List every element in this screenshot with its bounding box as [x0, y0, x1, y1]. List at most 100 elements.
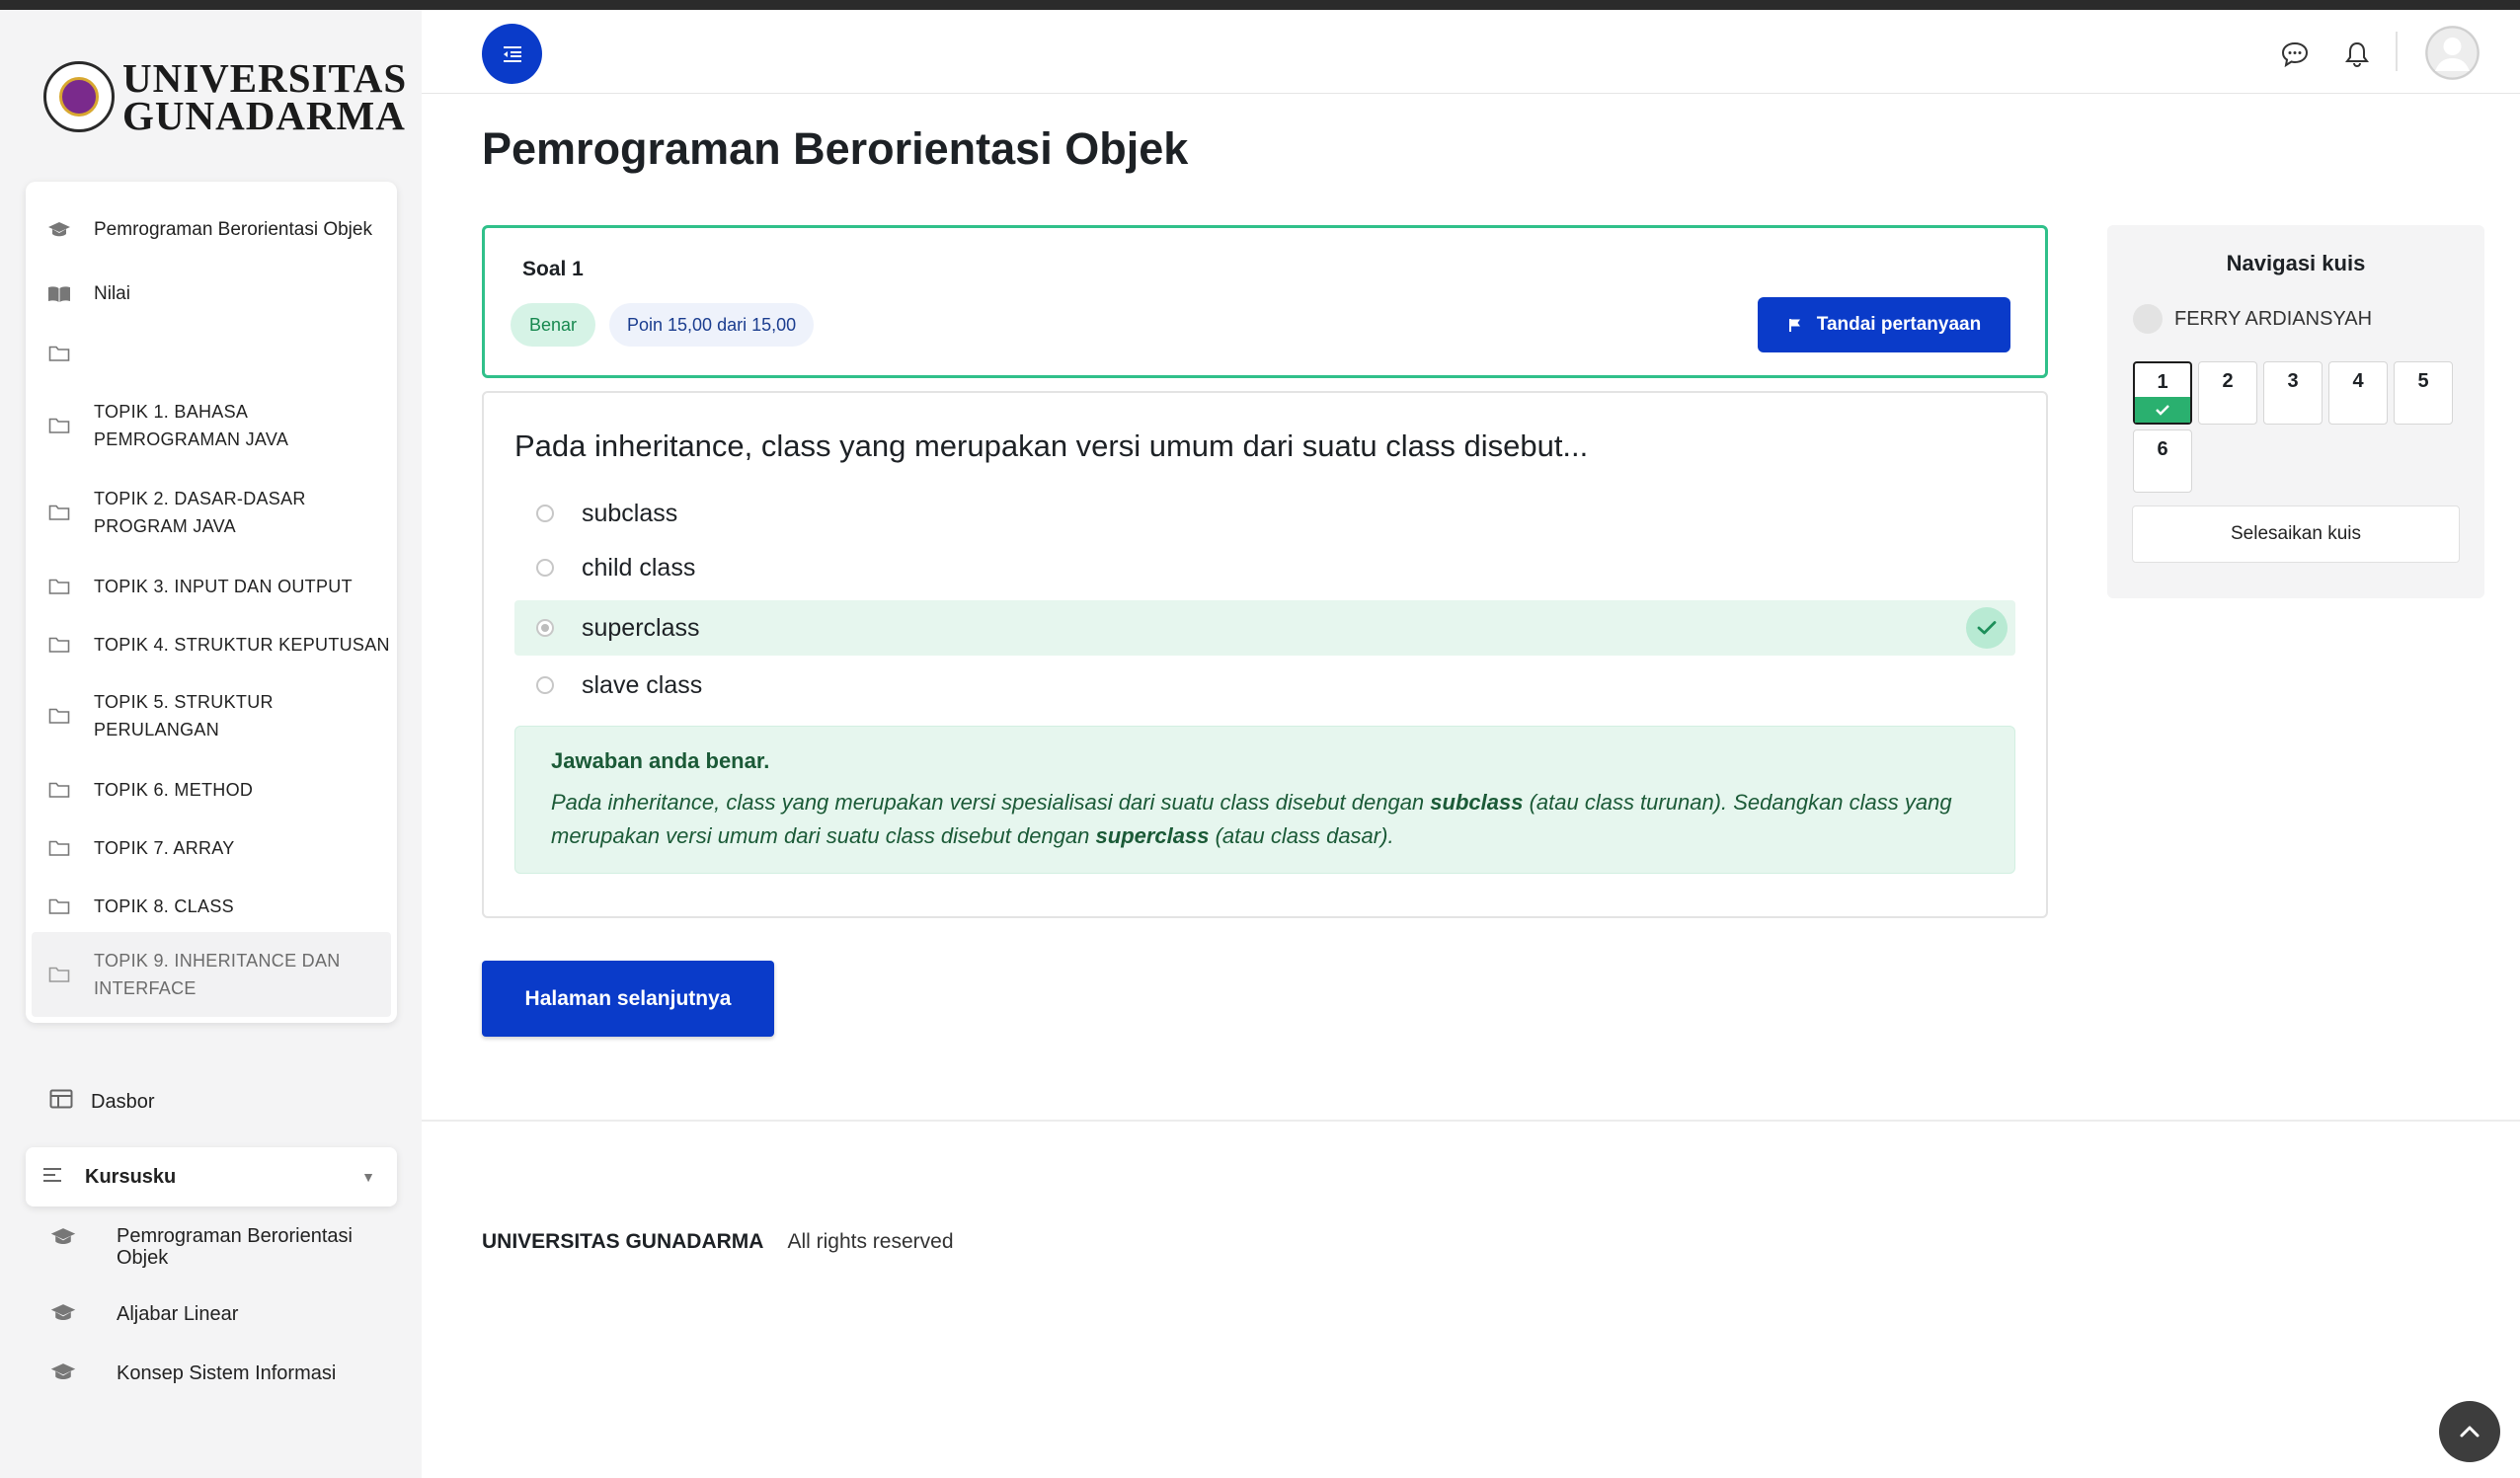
- folder-icon: [47, 965, 71, 984]
- quiz-question-button-6[interactable]: 6: [2133, 429, 2192, 493]
- nav-item-topic-6[interactable]: TOPIK 6. METHOD: [32, 770, 391, 810]
- nav-item-label: TOPIK 6. METHOD: [94, 780, 254, 800]
- footer-divider: [422, 1120, 2520, 1122]
- feedback-text-part: (atau class dasar).: [1209, 823, 1394, 848]
- question-number-label: 6: [2157, 438, 2168, 460]
- default-user-icon: [2425, 26, 2480, 80]
- nav-item-topic-3[interactable]: TOPIK 3. INPUT DAN OUTPUT: [32, 567, 391, 606]
- nav-item-topic-2[interactable]: TOPIK 2. DASAR-DASAR PROGRAM JAVA: [32, 480, 391, 545]
- dashboard-icon: [49, 1089, 73, 1115]
- quiz-navigation: Navigasi kuis FERRY ARDIANSYAH 1 2 3 4 5…: [2107, 225, 2484, 598]
- question-number-label: 5: [2417, 370, 2429, 392]
- feedback-keyword: subclass: [1430, 790, 1524, 815]
- nav-item-nilai[interactable]: Nilai: [32, 274, 391, 314]
- footer: UNIVERSITAS GUNADARMA All rights reserve…: [482, 1230, 954, 1254]
- toggle-sidebar-button[interactable]: [482, 24, 542, 84]
- header-divider: [2396, 32, 2398, 71]
- radio-button[interactable]: [536, 676, 554, 694]
- kursusku-dropdown[interactable]: Kursusku ▼: [26, 1147, 397, 1206]
- back-to-top-button[interactable]: [2439, 1401, 2500, 1462]
- question-content-card: Pada inheritance, class yang merupakan v…: [482, 391, 2048, 918]
- nav-item-label: TOPIK 8. CLASS: [94, 896, 234, 916]
- question-text: Pada inheritance, class yang merupakan v…: [514, 428, 1589, 463]
- radio-button-selected[interactable]: [536, 619, 554, 637]
- course-navigation: Pemrograman Berorientasi Objek Nilai TOP…: [26, 182, 397, 1023]
- answer-option-label: superclass: [582, 613, 700, 642]
- nav-item-topic-5[interactable]: TOPIK 5. STRUKTUR PERULANGAN: [32, 683, 391, 748]
- radio-button[interactable]: [536, 559, 554, 577]
- question-number-label: 2: [2222, 370, 2234, 392]
- nav-item-topic-7[interactable]: TOPIK 7. ARRAY: [32, 828, 391, 868]
- folder-icon: [47, 706, 71, 726]
- correct-check-icon: [1966, 607, 2008, 649]
- nav-item-label: Pemrograman Berorientasi Objek: [94, 219, 372, 240]
- my-course-label: Pemrograman Berorientasi Objek: [117, 1225, 353, 1269]
- graduation-cap-icon: [49, 1362, 77, 1387]
- my-course-label: Aljabar Linear: [117, 1303, 239, 1325]
- messages-button[interactable]: [2278, 38, 2312, 71]
- question-number-label: 4: [2352, 370, 2364, 392]
- quiz-question-button-3[interactable]: 3: [2263, 361, 2323, 425]
- nav-item-label: TOPIK 5. STRUKTUR PERULANGAN: [94, 692, 274, 739]
- list-icon: [41, 1166, 63, 1189]
- nav-item-topic-9[interactable]: TOPIK 9. INHERITANCE DAN INTERFACE: [32, 932, 391, 1017]
- feedback-text-part: Pada inheritance, class yang merupakan v…: [551, 790, 1431, 815]
- page-title: Pemrograman Berorientasi Objek: [482, 123, 1189, 174]
- answer-option[interactable]: child class: [514, 540, 2015, 595]
- answer-option-label: subclass: [582, 499, 678, 527]
- answer-option-correct[interactable]: superclass: [514, 600, 2015, 656]
- logo-line-2: GUNADARMA: [122, 93, 406, 138]
- nav-item-general[interactable]: [32, 334, 391, 373]
- question-info-card: Soal 1 Benar Poin 15,00 dari 15,00 Tanda…: [482, 225, 2048, 378]
- caret-down-icon: ▼: [361, 1169, 375, 1185]
- user-avatar[interactable]: [2425, 26, 2480, 80]
- feedback-text: Pada inheritance, class yang merupakan v…: [551, 786, 1973, 853]
- radio-button[interactable]: [536, 505, 554, 522]
- nav-item-label: TOPIK 3. INPUT DAN OUTPUT: [94, 577, 353, 596]
- nav-item-label: TOPIK 7. ARRAY: [94, 838, 235, 858]
- book-open-icon: [47, 284, 71, 304]
- nav-item-label: TOPIK 4. STRUKTUR KEPUTUSAN: [94, 635, 390, 655]
- finish-quiz-button[interactable]: Selesaikan kuis: [2132, 506, 2460, 563]
- my-course-item[interactable]: Aljabar Linear: [49, 1303, 238, 1328]
- notifications-button[interactable]: [2340, 38, 2374, 71]
- sidebar-item-dasbor[interactable]: Dasbor: [49, 1089, 154, 1115]
- answered-check-icon: [2135, 397, 2190, 423]
- nav-item-topic-8[interactable]: TOPIK 8. CLASS: [32, 887, 391, 926]
- chat-bubble-icon: [2281, 41, 2309, 68]
- flag-button-label: Tandai pertanyaan: [1816, 314, 1982, 335]
- folder-icon: [47, 838, 71, 858]
- answer-option[interactable]: subclass: [514, 486, 2015, 541]
- top-header: [422, 10, 2520, 94]
- quiz-question-button-5[interactable]: 5: [2394, 361, 2453, 425]
- nav-item-topic-4[interactable]: TOPIK 4. STRUKTUR KEPUTUSAN: [32, 625, 391, 664]
- my-course-label: Konsep Sistem Informasi: [117, 1362, 337, 1384]
- graduation-cap-icon: [49, 1303, 77, 1328]
- quiz-question-button-1[interactable]: 1: [2133, 361, 2192, 425]
- folder-icon: [47, 635, 71, 655]
- flag-question-button[interactable]: Tandai pertanyaan: [1758, 297, 2010, 352]
- nav-item-label: Nilai: [94, 283, 130, 304]
- chevron-up-icon: [2460, 1426, 2480, 1438]
- quiz-question-button-2[interactable]: 2: [2198, 361, 2257, 425]
- my-course-item[interactable]: Pemrograman Berorientasi Objek: [49, 1225, 353, 1269]
- next-page-button[interactable]: Halaman selanjutnya: [482, 961, 774, 1037]
- status-badge: Benar: [511, 303, 596, 347]
- nav-item-label: TOPIK 9. INHERITANCE DAN INTERFACE: [94, 951, 341, 998]
- points-badge: Poin 15,00 dari 15,00: [609, 303, 815, 347]
- answer-option[interactable]: slave class: [514, 658, 2015, 713]
- folder-icon: [47, 344, 71, 363]
- browser-top-strip: [0, 0, 2520, 10]
- kursusku-label: Kursusku: [85, 1165, 177, 1188]
- answer-option-label: child class: [582, 553, 696, 582]
- my-course-item[interactable]: Konsep Sistem Informasi: [49, 1362, 336, 1387]
- university-seal-icon: [43, 61, 115, 132]
- quiz-question-button-4[interactable]: 4: [2328, 361, 2388, 425]
- feedback-title: Jawaban anda benar.: [551, 748, 770, 773]
- answer-feedback: Jawaban anda benar. Pada inheritance, cl…: [514, 726, 2015, 874]
- folder-icon: [47, 577, 71, 596]
- nav-item-topic-1[interactable]: TOPIK 1. BAHASA PEMROGRAMAN JAVA: [32, 393, 391, 458]
- university-logo[interactable]: UNIVERSITAS GUNADARMA: [43, 58, 407, 138]
- dasbor-label: Dasbor: [91, 1090, 155, 1113]
- nav-item-course[interactable]: Pemrograman Berorientasi Objek: [32, 197, 391, 263]
